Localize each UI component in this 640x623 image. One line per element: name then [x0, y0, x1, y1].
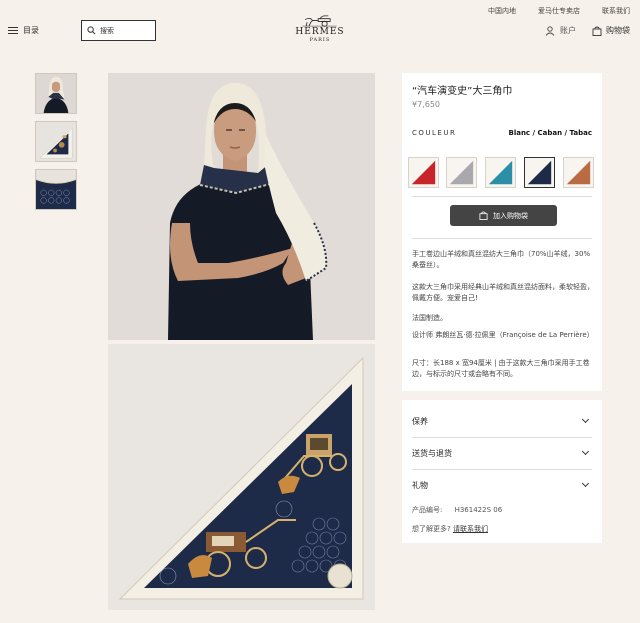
accordion-shipping-label: 送货与退货 — [412, 448, 452, 458]
divider — [412, 238, 592, 239]
description-designer: 设计师 弗朗丝瓦·德·拉佩里（Françoise de La Perrière） — [412, 331, 594, 339]
model-photo — [108, 73, 375, 340]
product-info-panel: “汽车演变史”大三角巾 ¥7,650 Couleur Blanc / Caban… — [402, 73, 602, 391]
bag-label: 购物袋 — [606, 26, 630, 35]
color-swatch-red[interactable] — [408, 157, 439, 188]
thumbnail-scarf-detail[interactable] — [35, 169, 77, 210]
shopping-bag-link[interactable]: 购物袋 — [592, 25, 630, 36]
product-photo-scarf — [108, 344, 375, 610]
accordion-care-label: 保养 — [412, 416, 428, 426]
logo-wordmark: HERMES — [295, 27, 345, 37]
color-swatch-teal[interactable] — [485, 157, 516, 188]
description-origin: 法国制造。 — [412, 314, 447, 322]
utility-link-stores[interactable]: 爱马仕专卖店 — [538, 6, 580, 16]
accordion-gift[interactable]: 礼物 — [412, 471, 592, 499]
swatch-tan-image — [566, 160, 591, 185]
color-swatch-tan[interactable] — [563, 157, 594, 188]
utility-link-region[interactable]: 中国内地 — [488, 6, 516, 16]
product-reference: 产品编号: H361422S 06 — [412, 505, 502, 515]
product-photo-model — [108, 73, 375, 340]
swatch-navy-image — [527, 160, 552, 185]
hamburger-icon — [8, 27, 18, 34]
divider — [412, 437, 592, 438]
brand-logo[interactable]: HERMES PARIS — [290, 15, 350, 43]
menu-label: 目录 — [23, 26, 39, 35]
selected-color-name: Blanc / Caban / Tabac — [508, 129, 592, 137]
search-icon — [87, 26, 96, 35]
add-to-bag-button[interactable]: 加入购物袋 — [450, 205, 557, 226]
swatch-red-image — [411, 160, 436, 185]
logo-city: PARIS — [309, 37, 331, 43]
menu-button[interactable]: 目录 — [8, 25, 39, 36]
shopping-bag-icon — [479, 211, 488, 220]
description-material: 手工卷边山羊绒和真丝混纺大三角巾（70%山羊绒，30%桑蚕丝）。 — [412, 250, 591, 269]
contact-us-link[interactable]: 请联系我们 — [453, 525, 488, 533]
thumbnail-model[interactable] — [35, 73, 77, 114]
divider — [412, 196, 592, 197]
swatch-teal-image — [488, 160, 513, 185]
thumbnail-scarf-image — [36, 122, 76, 161]
accordion-shipping[interactable]: 送货与退货 — [412, 439, 592, 467]
description-size: 尺寸：长188 x 宽94厘米 | 由于这款大三角巾采用手工卷边，与标示的尺寸或… — [412, 359, 590, 378]
thumbnail-model-image — [36, 74, 76, 113]
sku-label: 产品编号: — [412, 506, 443, 514]
description-body: 这款大三角巾采用经典山羊绒和真丝混纺面料，柔软轻盈，佩戴方便。宠爱自己! — [412, 283, 594, 302]
swatch-grey-image — [449, 160, 474, 185]
search-input[interactable]: 搜索 — [81, 20, 156, 41]
chevron-down-icon — [581, 447, 590, 456]
add-to-bag-label: 加入购物袋 — [493, 211, 528, 220]
help-text: 想了解更多? — [412, 525, 451, 533]
scarf-photo — [108, 344, 375, 610]
account-label: 账户 — [560, 26, 576, 35]
search-placeholder: 搜索 — [100, 26, 114, 35]
utility-link-contact[interactable]: 联系我们 — [602, 6, 630, 16]
accordion-care[interactable]: 保养 — [412, 407, 592, 435]
utility-nav: 中国内地 爱马仕专卖店 联系我们 — [488, 6, 630, 16]
accordion-gift-label: 礼物 — [412, 480, 428, 490]
thumbnail-detail-image — [36, 170, 76, 209]
carriage-logo-icon — [302, 15, 337, 27]
product-price: ¥7,650 — [412, 100, 440, 109]
chevron-down-icon — [581, 479, 590, 488]
sku-value: H361422S 06 — [454, 506, 503, 514]
user-icon — [545, 25, 555, 36]
chevron-down-icon — [581, 415, 590, 424]
shopping-bag-icon — [592, 26, 602, 36]
help-line: 想了解更多? 请联系我们 — [412, 524, 488, 534]
color-swatch-navy[interactable] — [524, 157, 555, 188]
color-swatch-grey[interactable] — [446, 157, 477, 188]
product-details-panel: 保养 送货与退货 礼物 — [402, 400, 602, 543]
account-link[interactable]: 账户 — [545, 25, 576, 36]
color-heading: Couleur — [412, 129, 457, 137]
product-title: “汽车演变史”大三角巾 — [412, 86, 513, 97]
thumbnail-scarf-flat[interactable] — [35, 121, 77, 162]
divider — [412, 469, 592, 470]
